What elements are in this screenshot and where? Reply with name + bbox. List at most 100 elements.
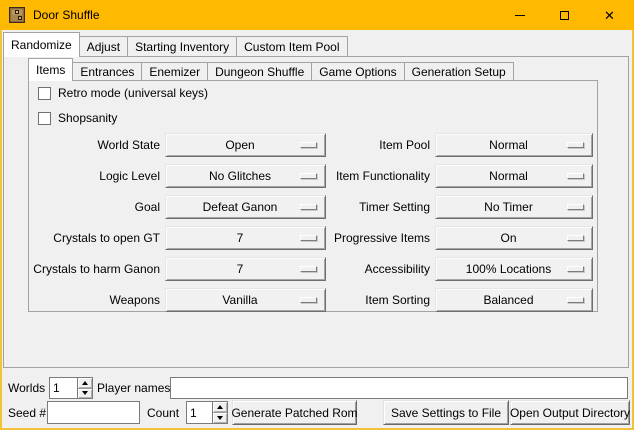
door-shuffle-window: Door Shuffle ✕ Randomize Adjust Starting… — [0, 0, 634, 430]
accessibility-dropdown[interactable]: 100% Locations — [435, 257, 593, 281]
subtab-entrances[interactable]: Entrances — [72, 62, 142, 81]
tab-adjust[interactable]: Adjust — [79, 36, 128, 57]
goal-label: Goal — [30, 195, 160, 219]
seed-input[interactable] — [47, 401, 140, 424]
close-icon: ✕ — [604, 9, 615, 22]
crystals-harm-ganon-dropdown[interactable]: 7 — [165, 257, 326, 281]
dropdown-value: Balanced — [436, 293, 567, 307]
weapons-dropdown[interactable]: Vanilla — [165, 288, 326, 312]
goal-dropdown[interactable]: Defeat Ganon — [165, 195, 326, 219]
count-spinner[interactable]: 1 — [186, 401, 228, 424]
tab-label: Enemizer — [149, 65, 200, 79]
logic-level-label: Logic Level — [30, 164, 160, 188]
shopsanity-checkbox-row: Shopsanity — [38, 111, 117, 125]
window-controls: ✕ — [497, 0, 632, 30]
close-button[interactable]: ✕ — [587, 0, 632, 30]
worlds-label: Worlds — [8, 377, 45, 399]
player-names-label: Player names — [97, 377, 170, 399]
tab-label: Entrances — [80, 65, 134, 79]
worlds-spinner[interactable]: 1 — [49, 377, 93, 399]
progressive-items-dropdown[interactable]: On — [435, 226, 593, 250]
item-sorting-dropdown[interactable]: Balanced — [435, 288, 593, 312]
spin-up-button[interactable] — [213, 402, 227, 412]
seed-label: Seed # — [8, 402, 46, 424]
arrow-up-icon — [82, 381, 88, 385]
tab-starting-inventory[interactable]: Starting Inventory — [127, 36, 237, 57]
item-functionality-label: Item Functionality — [326, 164, 430, 188]
retro-mode-label: Retro mode (universal keys) — [58, 86, 208, 100]
tab-custom-item-pool[interactable]: Custom Item Pool — [236, 36, 347, 57]
dropdown-value: Normal — [436, 169, 567, 183]
subtab-game-options[interactable]: Game Options — [311, 62, 404, 81]
accessibility-label: Accessibility — [326, 257, 430, 281]
subtab-generation-setup[interactable]: Generation Setup — [404, 62, 514, 81]
progressive-items-label: Progressive Items — [326, 226, 430, 250]
spin-up-button[interactable] — [78, 378, 92, 388]
arrow-down-icon — [217, 416, 223, 420]
weapons-label: Weapons — [30, 288, 160, 312]
timer-setting-label: Timer Setting — [326, 195, 430, 219]
dropdown-value: Normal — [436, 138, 567, 152]
logic-level-dropdown[interactable]: No Glitches — [165, 164, 326, 188]
item-pool-dropdown[interactable]: Normal — [435, 133, 593, 157]
app-icon — [9, 7, 25, 23]
crystals-harm-ganon-label: Crystals to harm Ganon — [30, 257, 160, 281]
tab-label: Adjust — [87, 40, 120, 54]
worlds-value: 1 — [53, 378, 60, 398]
tab-randomize[interactable]: Randomize — [3, 32, 80, 57]
window-titlebar[interactable]: Door Shuffle ✕ — [0, 0, 634, 30]
spin-down-button[interactable] — [78, 388, 92, 399]
tab-label: Items — [36, 63, 65, 77]
spin-down-button[interactable] — [213, 412, 227, 423]
tab-label: Custom Item Pool — [244, 40, 339, 54]
generate-patched-rom-button[interactable]: Generate Patched Rom — [232, 400, 357, 425]
world-state-label: World State — [30, 133, 160, 157]
sub-tab-bar: Items Entrances Enemizer Dungeon Shuffle… — [28, 59, 514, 81]
dropdown-value: Vanilla — [166, 293, 300, 307]
dropdown-value: 7 — [166, 231, 300, 245]
dropdown-indicator-icon — [300, 142, 317, 148]
dropdown-value: No Timer — [436, 200, 567, 214]
tab-label: Randomize — [11, 38, 72, 52]
count-value: 1 — [190, 402, 197, 423]
dropdown-value: Open — [166, 138, 300, 152]
dropdown-indicator-icon — [300, 266, 317, 272]
dropdown-indicator-icon — [567, 266, 584, 272]
dropdown-value: Defeat Ganon — [166, 200, 300, 214]
world-state-dropdown[interactable]: Open — [165, 133, 326, 157]
window-title: Door Shuffle — [33, 0, 100, 30]
save-settings-button[interactable]: Save Settings to File — [383, 400, 509, 425]
dropdown-indicator-icon — [300, 173, 317, 179]
timer-setting-dropdown[interactable]: No Timer — [435, 195, 593, 219]
tab-label: Starting Inventory — [135, 40, 229, 54]
tab-label: Generation Setup — [412, 65, 506, 79]
minimize-icon — [515, 15, 525, 16]
dropdown-indicator-icon — [567, 297, 584, 303]
dropdown-value: 100% Locations — [436, 262, 567, 276]
item-sorting-label: Item Sorting — [326, 288, 430, 312]
crystals-open-gt-dropdown[interactable]: 7 — [165, 226, 326, 250]
dropdown-indicator-icon — [300, 204, 317, 210]
open-output-directory-button[interactable]: Open Output Directory — [510, 400, 630, 425]
shopsanity-checkbox[interactable] — [38, 112, 51, 125]
subtab-items[interactable]: Items — [28, 58, 73, 81]
subtab-dungeon-shuffle[interactable]: Dungeon Shuffle — [207, 62, 312, 81]
main-tab-bar: Randomize Adjust Starting Inventory Cust… — [3, 33, 348, 57]
dropdown-indicator-icon — [567, 204, 584, 210]
window-border-left — [0, 30, 2, 430]
dropdown-indicator-icon — [567, 142, 584, 148]
retro-mode-checkbox[interactable] — [38, 87, 51, 100]
player-names-input[interactable] — [170, 377, 628, 399]
dropdown-indicator-icon — [300, 297, 317, 303]
shopsanity-label: Shopsanity — [58, 111, 117, 125]
dropdown-indicator-icon — [567, 173, 584, 179]
dropdown-value: 7 — [166, 262, 300, 276]
spinner-buttons — [77, 378, 92, 398]
tab-label: Game Options — [319, 65, 396, 79]
maximize-button[interactable] — [542, 0, 587, 30]
arrow-up-icon — [217, 405, 223, 409]
item-pool-label: Item Pool — [326, 133, 430, 157]
minimize-button[interactable] — [497, 0, 542, 30]
item-functionality-dropdown[interactable]: Normal — [435, 164, 593, 188]
subtab-enemizer[interactable]: Enemizer — [141, 62, 208, 81]
